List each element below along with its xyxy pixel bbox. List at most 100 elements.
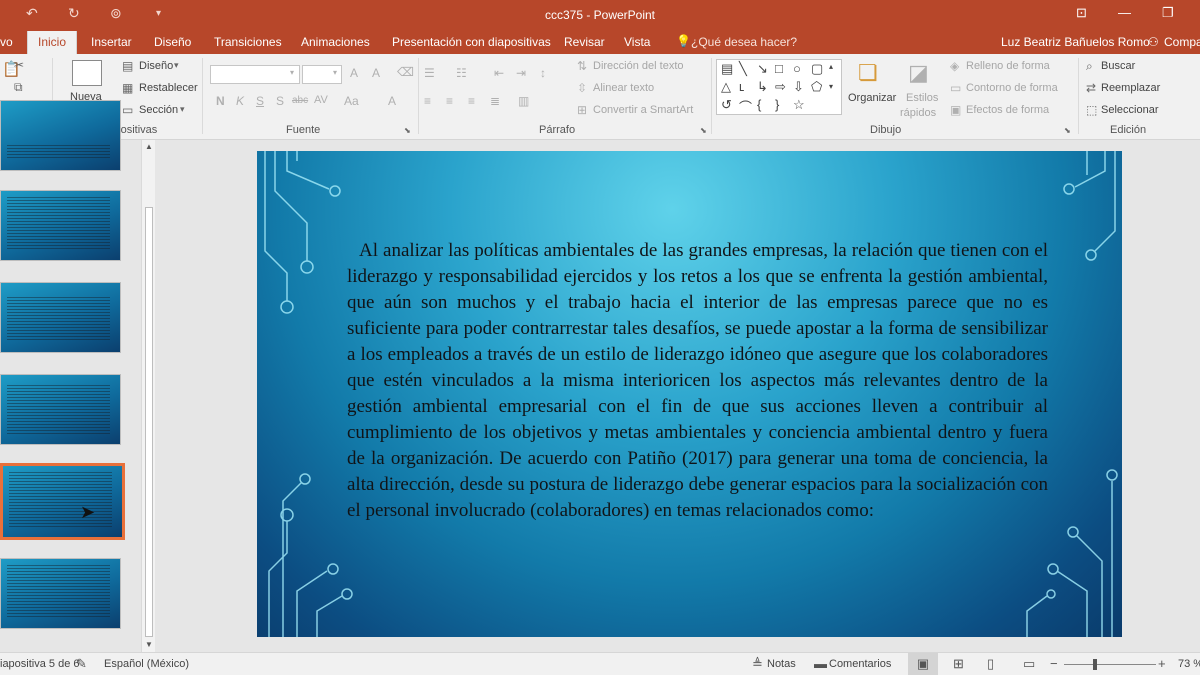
spell-check-icon[interactable]: ✎ — [76, 656, 87, 672]
slide-thumbnail[interactable] — [0, 100, 121, 171]
align-center-icon[interactable]: ≡ — [446, 94, 453, 108]
comments-button[interactable]: Comentarios — [829, 658, 891, 670]
shape-outline-button[interactable]: Contorno de forma — [966, 82, 1058, 94]
curly-shape-icon[interactable]: ☆ — [793, 97, 805, 113]
spacing-button[interactable]: AV — [314, 94, 328, 106]
language-indicator[interactable]: Español (México) — [104, 658, 189, 670]
shape-effects-icon[interactable]: ▣ — [950, 103, 961, 117]
cut-icon[interactable]: ✂ — [14, 58, 24, 72]
numbering-icon[interactable]: ☷ — [456, 66, 467, 80]
underline-button[interactable]: S — [256, 94, 264, 108]
tab-transitions[interactable]: Transiciones — [214, 35, 282, 49]
font-color-button[interactable]: A — [388, 94, 396, 108]
curve-shape-icon[interactable]: ↺ — [721, 97, 732, 113]
arrange-icon[interactable]: ❏ — [858, 60, 878, 86]
tell-me-input[interactable]: ¿Qué desea hacer? — [691, 35, 797, 49]
line-shape-icon[interactable]: ╲ — [739, 61, 747, 77]
section-button[interactable]: Sección — [139, 104, 178, 116]
tab-review[interactable]: Revisar — [564, 35, 605, 49]
decrease-font-icon[interactable]: A — [372, 66, 380, 80]
slide-body-text[interactable]: Al analizar las políticas ambientales de… — [347, 238, 1048, 524]
shape-fill-icon[interactable]: ◈ — [950, 59, 959, 73]
new-slide-icon[interactable] — [72, 60, 102, 86]
reset-button[interactable]: Restablecer — [139, 82, 198, 94]
font-launcher-icon[interactable]: ⬊ — [404, 126, 411, 135]
slide-thumbnail[interactable] — [0, 282, 121, 353]
replace-button[interactable]: Reemplazar — [1101, 82, 1160, 94]
restore-icon[interactable]: ❐ — [1162, 5, 1174, 21]
clear-formatting-icon[interactable]: ⌫ — [397, 65, 414, 79]
shape-effects-button[interactable]: Efectos de forma — [966, 104, 1049, 116]
paragraph-launcher-icon[interactable]: ⬊ — [700, 126, 707, 135]
quick-styles-icon[interactable]: ◪ — [908, 60, 929, 86]
slide-thumbnail-active[interactable] — [0, 463, 125, 540]
tab-slideshow[interactable]: Presentación con diapositivas — [392, 35, 551, 49]
tab-animations[interactable]: Animaciones — [301, 35, 370, 49]
italic-button[interactable]: K — [236, 94, 244, 108]
smartart-icon[interactable]: ⊞ — [577, 103, 587, 117]
shape-outline-icon[interactable]: ▭ — [950, 81, 961, 95]
align-text-button[interactable]: Alinear texto — [593, 82, 654, 94]
rectangle-shape-icon[interactable]: □ — [775, 61, 783, 76]
line-spacing-icon[interactable]: ↕ — [540, 66, 546, 80]
connector-shape-icon[interactable]: ʟ — [739, 79, 744, 94]
align-text-icon[interactable]: ⇳ — [577, 81, 587, 95]
replace-icon[interactable]: ⇄ — [1086, 81, 1096, 95]
elbow-shape-icon[interactable]: ↳ — [757, 79, 768, 95]
find-icon[interactable]: ⌕ — [1086, 59, 1093, 74]
align-left-icon[interactable]: ≡ — [424, 94, 431, 108]
section-dropdown-icon[interactable]: ▾ — [180, 104, 185, 115]
thumbnails-scrollbar[interactable]: ▲ ▼ — [141, 140, 155, 652]
tab-view[interactable]: Vista — [624, 35, 650, 49]
slide-sorter-icon[interactable]: ⊞ — [953, 656, 964, 672]
select-button[interactable]: Seleccionar — [1101, 104, 1158, 116]
zoom-level[interactable]: 73 % — [1178, 658, 1200, 670]
justify-icon[interactable]: ≣ — [490, 94, 500, 108]
textbox-shape-icon[interactable]: ▤ — [721, 61, 733, 77]
columns-icon[interactable]: ▥ — [518, 94, 529, 108]
section-icon[interactable]: ▭ — [122, 103, 133, 117]
increase-font-icon[interactable]: A — [350, 66, 358, 80]
shapes-down-icon[interactable]: ▾ — [829, 82, 833, 91]
quick-styles-label-2[interactable]: rápidos — [900, 107, 936, 119]
convert-smartart-button[interactable]: Convertir a SmartArt — [593, 104, 693, 116]
copy-icon[interactable]: ⧉ — [14, 80, 23, 95]
zoom-in-icon[interactable]: + — [1158, 656, 1166, 671]
font-family-dropdown-icon[interactable]: ▾ — [290, 68, 294, 77]
bullets-icon[interactable]: ☰ — [424, 66, 435, 80]
scroll-up-icon[interactable]: ▲ — [145, 142, 153, 151]
ribbon-display-options-icon[interactable]: ⊡ — [1076, 5, 1087, 21]
rounded-rect-shape-icon[interactable]: ▢ — [811, 61, 823, 77]
quick-styles-label-1[interactable]: Estilos — [906, 92, 938, 104]
text-direction-button[interactable]: Dirección del texto — [593, 60, 684, 72]
change-case-button[interactable]: Aa — [344, 94, 359, 108]
share-icon[interactable]: ⚇ — [1148, 35, 1159, 49]
zoom-slider-track[interactable] — [1064, 664, 1156, 665]
font-family-input[interactable] — [210, 65, 300, 84]
decrease-indent-icon[interactable]: ⇤ — [494, 66, 504, 80]
right-arrow-shape-icon[interactable]: ⇨ — [775, 79, 786, 95]
layout-icon[interactable]: ▤ — [122, 59, 133, 73]
scrollbar-thumb[interactable] — [145, 207, 153, 637]
align-right-icon[interactable]: ≡ — [468, 94, 475, 108]
select-icon[interactable]: ⬚ — [1086, 103, 1097, 117]
reset-icon[interactable]: ▦ — [122, 81, 133, 95]
zoom-slider-knob[interactable] — [1093, 659, 1097, 670]
font-size-dropdown-icon[interactable]: ▾ — [333, 68, 337, 77]
arc-shape-icon[interactable]: ⌒ — [739, 97, 752, 116]
brace-shape-icon[interactable]: } — [775, 97, 779, 112]
down-arrow-shape-icon[interactable]: ⇩ — [793, 79, 804, 95]
tab-home[interactable]: Inicio — [27, 31, 78, 55]
slide-thumbnail[interactable] — [0, 374, 121, 445]
increase-indent-icon[interactable]: ⇥ — [516, 66, 526, 80]
arrow-shape-icon[interactable]: ↘ — [757, 61, 768, 77]
text-direction-icon[interactable]: ⇅ — [577, 59, 587, 73]
bracket-shape-icon[interactable]: { — [757, 97, 761, 112]
shapes-gallery[interactable]: ▤ ╲ ↘ □ ○ ▢ △ ʟ ↳ ⇨ ⇩ ⬠ ↺ ⌒ { } ☆ ▴ ▾ — [716, 59, 842, 115]
scroll-down-icon[interactable]: ▼ — [145, 640, 153, 649]
strikethrough-button[interactable]: abc — [292, 95, 308, 106]
find-button[interactable]: Buscar — [1101, 60, 1135, 72]
layout-dropdown-icon[interactable]: ▾ — [174, 60, 179, 71]
shapes-more-icon[interactable]: ▴ — [829, 62, 833, 71]
user-name[interactable]: Luz Beatriz Bañuelos Romo — [1001, 35, 1150, 49]
